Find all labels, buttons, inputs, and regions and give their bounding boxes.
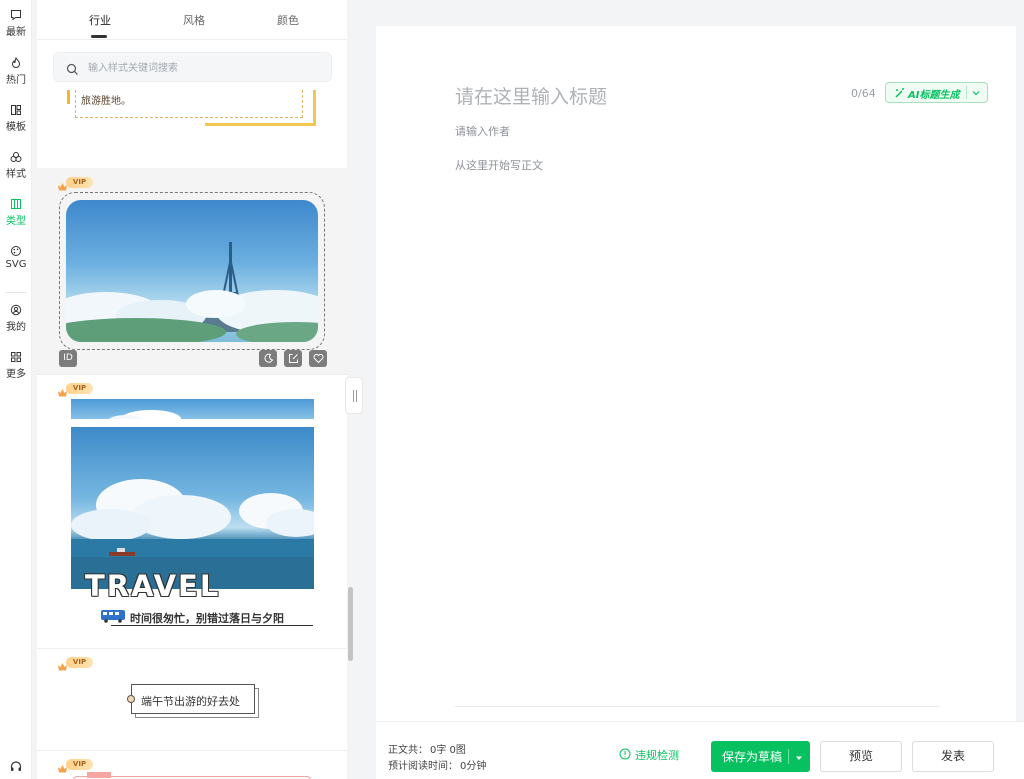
id-button[interactable]: ID xyxy=(59,350,77,367)
rail-item-styles[interactable]: 样式 xyxy=(0,151,32,191)
rail-item-latest[interactable]: 最新 xyxy=(0,9,32,49)
panel-resize-handle[interactable] xyxy=(345,377,363,414)
ai-title-label: AI标题生成 xyxy=(908,90,960,101)
rail-item-label: 我的 xyxy=(6,322,26,333)
search-input[interactable] xyxy=(88,59,318,77)
divider xyxy=(37,374,347,375)
vip-badge: VIP xyxy=(57,656,93,671)
body-editor[interactable]: 从这里开始写正文 xyxy=(455,157,543,173)
decoration-bar xyxy=(313,90,316,126)
sky-photo-strip xyxy=(71,399,314,419)
columns-icon xyxy=(10,198,22,210)
rail-item-label: 最新 xyxy=(6,27,26,38)
read-time: 预计阅读时间： 0分钟 xyxy=(388,761,487,772)
style-card[interactable]: VIP 端午节出游的好去处 xyxy=(37,650,347,750)
left-rail: 最新 热门 模板 样式 类型 SVG 我的 更多 xyxy=(0,0,32,779)
style-search xyxy=(53,52,332,82)
rail-item-label: 模板 xyxy=(6,122,26,133)
divider xyxy=(455,706,939,707)
editor-footer: 正文共： 0字 0图 预计阅读时间： 0分钟 违规检测 保存为草稿 预览 发表 xyxy=(376,721,1024,779)
vip-label: VIP xyxy=(66,657,93,668)
layout-grid-icon xyxy=(10,104,22,116)
title-input[interactable]: 请在这里输入标题 xyxy=(455,82,607,109)
style-card[interactable]: 旅游胜地。 xyxy=(37,90,347,168)
word-count: 正文共： 0字 0图 xyxy=(388,745,466,756)
rail-item-label: SVG xyxy=(5,259,27,270)
moon-icon xyxy=(263,353,273,363)
divider xyxy=(37,648,347,649)
caret-down-icon[interactable] xyxy=(794,752,804,762)
edit-button[interactable] xyxy=(284,350,302,367)
chevron-down-icon[interactable] xyxy=(971,88,981,98)
style-card[interactable]: VIP TRAVEL 时间很匆忙，别错过落日与夕阳 xyxy=(37,376,347,648)
vip-label: VIP xyxy=(66,383,93,394)
article-editor: 请在这里输入标题 0/64 AI标题生成 请输入作者 从这里开始写正文 xyxy=(376,26,1016,779)
vip-label: VIP xyxy=(66,759,93,770)
style-panel: 行业 风格 颜色 旅游胜地。 VIP xyxy=(37,0,347,779)
save-draft-button[interactable]: 保存为草稿 xyxy=(711,741,810,772)
rail-item-label: 更多 xyxy=(6,369,26,380)
save-draft-label: 保存为草稿 xyxy=(722,750,783,764)
travel-subtitle: 时间很匆忙，别错过落日与夕阳 xyxy=(130,612,284,625)
user-icon xyxy=(10,304,22,316)
rail-item-label: 样式 xyxy=(6,169,26,180)
style-card[interactable]: VIP xyxy=(37,752,347,779)
ai-title-button[interactable]: AI标题生成 xyxy=(885,82,988,103)
travel-heading: TRAVEL xyxy=(85,569,221,603)
info-icon xyxy=(619,748,631,760)
flame-icon xyxy=(10,57,22,69)
card-text: 旅游胜地。 xyxy=(81,96,131,107)
favorite-button[interactable] xyxy=(309,350,327,367)
rail-item-types[interactable]: 类型 xyxy=(0,198,32,238)
pink-tab xyxy=(87,772,111,778)
heart-icon xyxy=(313,354,323,364)
style-card-hovered[interactable]: VIP ID xyxy=(37,168,347,374)
headset-icon[interactable] xyxy=(9,759,23,773)
bullet-dot xyxy=(127,695,135,703)
night-mode-button[interactable] xyxy=(259,350,277,367)
preview-button[interactable]: 预览 xyxy=(820,741,902,772)
bus-icon xyxy=(100,608,126,623)
vip-label: VIP xyxy=(66,177,93,188)
rail-item-more[interactable]: 更多 xyxy=(0,351,32,391)
panel-tabs: 行业 风格 颜色 xyxy=(37,0,347,40)
divider xyxy=(37,750,347,751)
panel-scrollbar[interactable] xyxy=(348,587,353,661)
tab-industry[interactable]: 行业 xyxy=(89,12,111,28)
edit-icon xyxy=(288,354,298,363)
tab-color[interactable]: 颜色 xyxy=(277,12,299,28)
card-text: 端午节出游的好去处 xyxy=(141,695,240,708)
ocean-photo xyxy=(71,427,314,589)
rail-item-mine[interactable]: 我的 xyxy=(0,304,32,344)
palette-icon xyxy=(10,245,22,257)
tower-photo xyxy=(66,200,318,342)
search-icon xyxy=(66,61,79,75)
rail-item-hot[interactable]: 热门 xyxy=(0,57,32,97)
publish-button[interactable]: 发表 xyxy=(912,741,994,772)
vip-badge: VIP xyxy=(57,758,93,773)
vip-badge: VIP xyxy=(57,176,93,191)
rail-item-label: 类型 xyxy=(6,216,26,227)
rail-item-templates[interactable]: 模板 xyxy=(0,104,32,144)
vip-badge: VIP xyxy=(57,382,93,397)
compliance-label: 违规检测 xyxy=(635,749,679,762)
magic-wand-icon xyxy=(894,87,906,99)
rail-item-label: 热门 xyxy=(6,75,26,86)
tab-style[interactable]: 风格 xyxy=(183,12,205,28)
title-counter: 0/64 xyxy=(851,87,876,100)
apps-icon xyxy=(10,351,22,363)
active-tab-indicator xyxy=(91,35,107,38)
message-square-icon xyxy=(10,9,22,21)
rail-divider xyxy=(6,292,26,293)
rail-item-svg[interactable]: SVG xyxy=(0,245,32,285)
decoration-bar xyxy=(67,90,70,104)
author-input[interactable]: 请输入作者 xyxy=(455,123,510,139)
underline xyxy=(111,625,313,626)
decoration-bar xyxy=(205,123,316,126)
shapes-icon xyxy=(10,151,22,163)
